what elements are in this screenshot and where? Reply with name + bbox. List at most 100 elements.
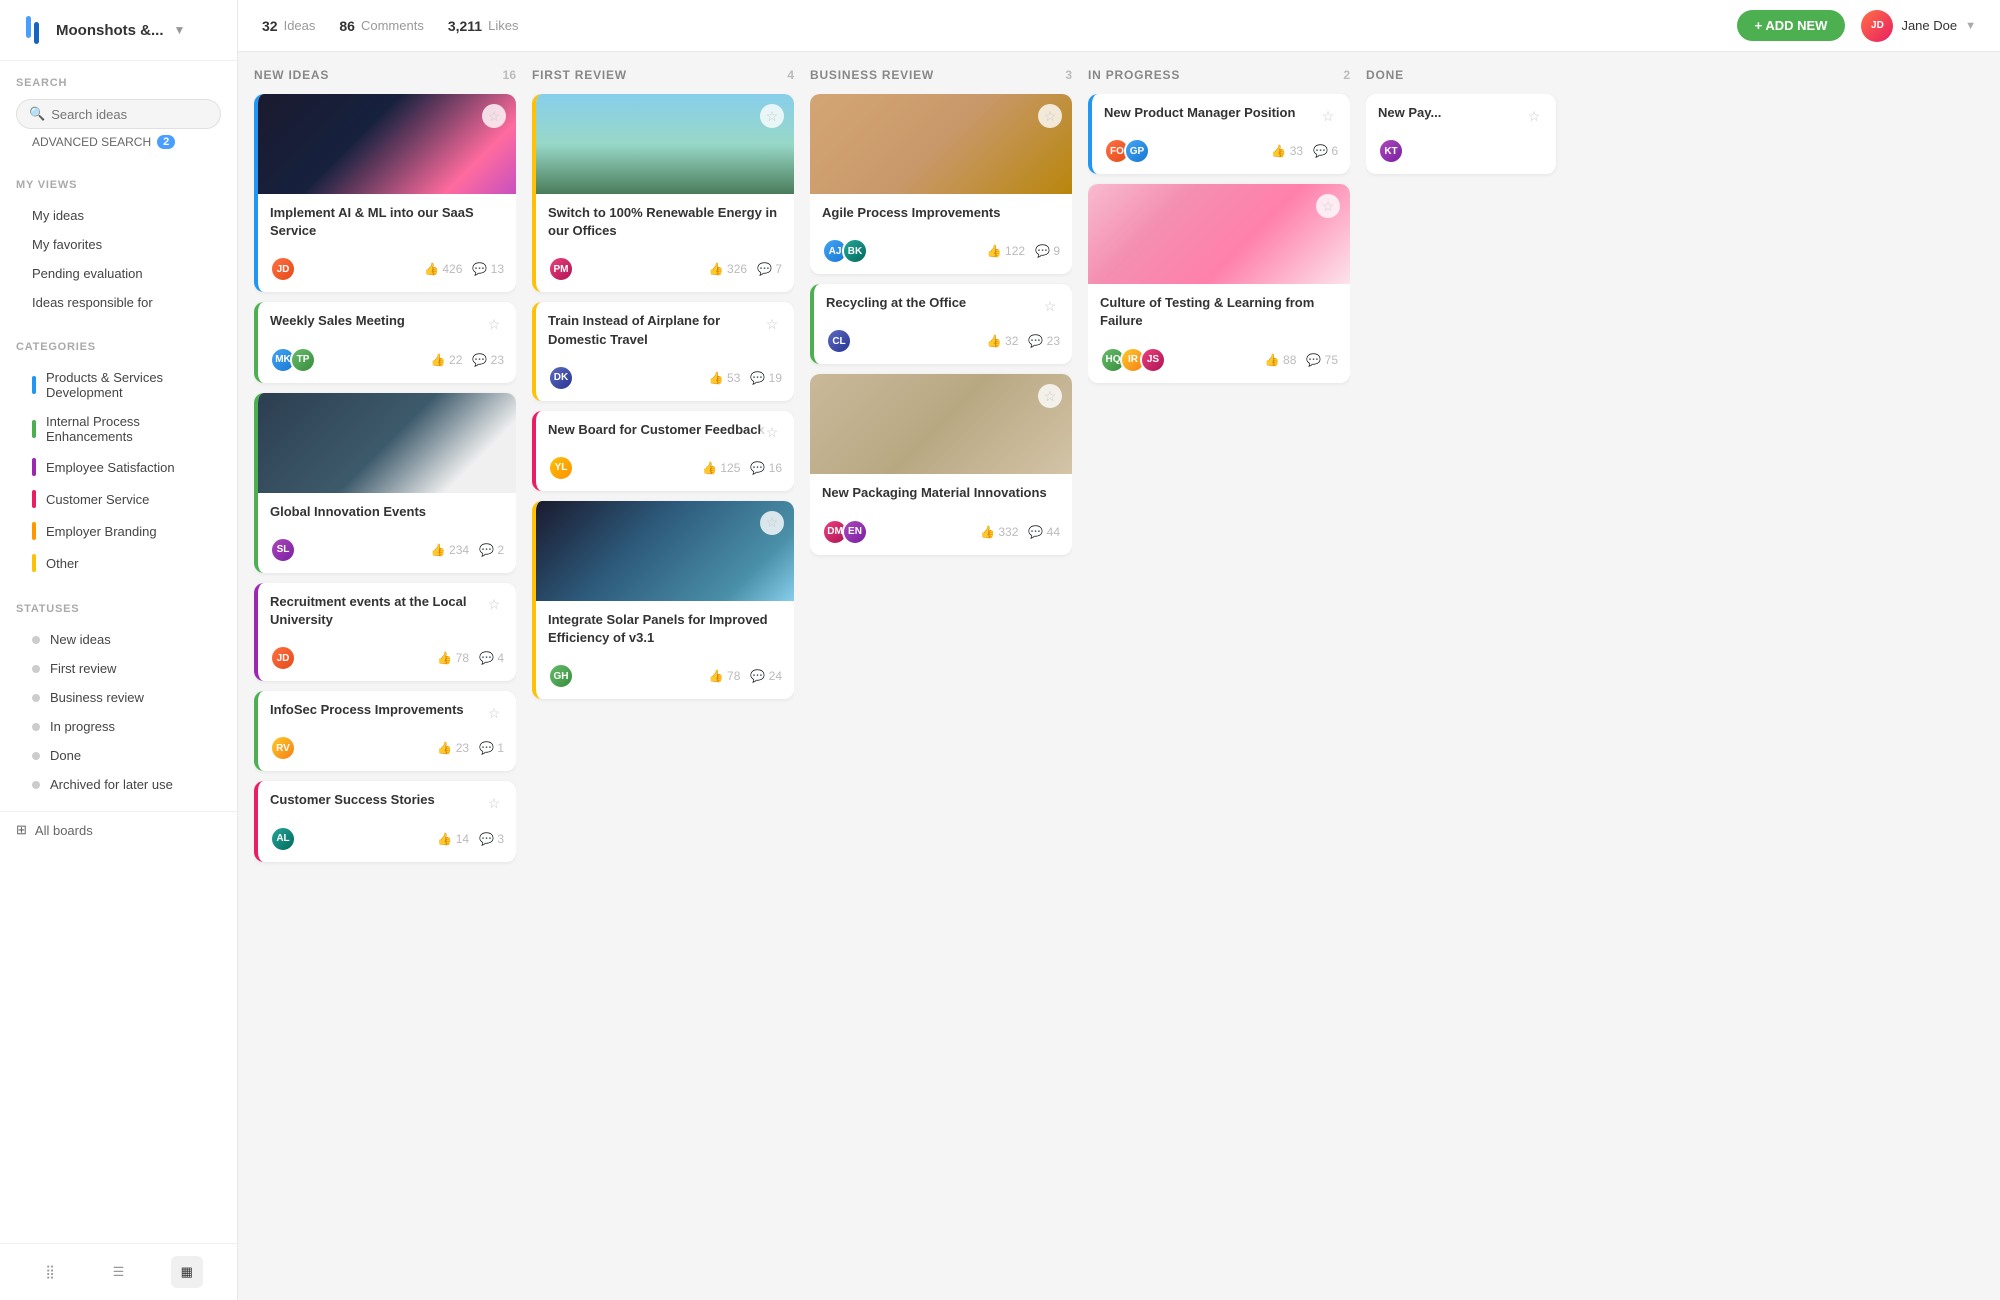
star-button[interactable]: ☆ [1316,104,1340,128]
card-packaging[interactable]: ☆ New Packaging Material Innovations DM … [810,374,1072,554]
all-boards-link[interactable]: ⊞ All boards [0,811,237,848]
column-count: 4 [787,68,794,82]
card-avatars: MK TP [270,347,310,373]
avatar: TP [290,347,316,373]
card-customer-success[interactable]: ☆ Customer Success Stories AL 👍 14 💬 3 [254,781,516,861]
star-button[interactable]: ☆ [482,593,506,617]
star-button[interactable]: ☆ [760,511,784,535]
comments-stat: 💬 16 [750,461,782,475]
status-in-progress[interactable]: In progress [16,712,221,741]
category-other[interactable]: Other [16,547,221,579]
card-implement-ai[interactable]: ☆ Implement AI & ML into our SaaS Servic… [254,94,516,292]
column-new-ideas: NEW IDEAS 16 ☆ Implement AI & ML into ou… [254,68,516,1300]
my-views-section: MY VIEWS My ideas My favorites Pending e… [0,163,237,325]
category-employee[interactable]: Employee Satisfaction [16,451,221,483]
advanced-search-toggle[interactable]: ADVANCED SEARCH 2 [16,129,221,155]
star-button[interactable]: ☆ [1038,294,1062,318]
star-button[interactable]: ☆ [760,104,784,128]
status-business-review[interactable]: Business review [16,683,221,712]
category-internal[interactable]: Internal Process Enhancements [16,407,221,451]
star-button[interactable]: ☆ [482,701,506,725]
status-archived[interactable]: Archived for later use [16,770,221,799]
card-title: Switch to 100% Renewable Energy in our O… [548,204,782,240]
footer-dots-icon[interactable]: ⣿ [34,1256,66,1288]
card-customer-feedback[interactable]: ☆ New Board for Customer Feedback YL 👍 1… [532,411,794,491]
comments-stat: 💬 75 [1306,353,1338,367]
card-stats: 👍 426 💬 13 [424,262,504,276]
column-title: BUSINESS REVIEW [810,68,934,82]
comments-stat: 💬 24 [750,669,782,683]
card-avatars: KT [1378,138,1398,164]
card-body: Recycling at the Office [814,284,1072,328]
card-stats: 👍 53 💬 19 [709,371,782,385]
card-recycling[interactable]: ☆ Recycling at the Office CL 👍 32 💬 23 [810,284,1072,364]
card-agile-process[interactable]: ☆ Agile Process Improvements AJ BK 👍 122… [810,94,1072,274]
category-dot [32,554,36,572]
comments-label: Comments [361,18,424,33]
card-body: New Product Manager Position [1092,94,1350,138]
card-title: Train Instead of Airplane for Domestic T… [548,312,782,348]
card-image [258,94,516,194]
card-solar-panels[interactable]: ☆ Integrate Solar Panels for Improved Ef… [532,501,794,699]
app-name: Moonshots &... [56,22,164,39]
star-button[interactable]: ☆ [1316,194,1340,218]
sidebar-item-my-ideas[interactable]: My ideas [16,201,221,230]
add-new-button[interactable]: + ADD NEW [1737,10,1846,41]
card-body: New Packaging Material Innovations [810,474,1072,518]
card-culture-testing[interactable]: ☆ Culture of Testing & Learning from Fai… [1088,184,1350,382]
card-body: Agile Process Improvements [810,194,1072,238]
status-done[interactable]: Done [16,741,221,770]
card-footer: FO GP 👍 33 💬 6 [1092,138,1350,174]
category-employer[interactable]: Employer Branding [16,515,221,547]
star-button[interactable]: ☆ [1522,104,1546,128]
star-button[interactable]: ☆ [760,421,784,445]
footer-board-icon[interactable]: ▦ [171,1256,203,1288]
sidebar-item-responsible[interactable]: Ideas responsible for [16,288,221,317]
avatar: JD [270,256,296,282]
likes-stat: 👍 426 [424,262,462,276]
ideas-label: Ideas [284,18,316,33]
status-dot [32,752,40,760]
card-avatars: AJ BK [822,238,862,264]
card-body: Culture of Testing & Learning from Failu… [1088,284,1350,346]
comments-stat: 💬 44 [1028,525,1060,539]
stat-comments: 86 Comments [339,18,423,34]
all-boards-label: All boards [35,823,93,838]
search-box[interactable]: 🔍 [16,99,221,129]
card-train-airplane[interactable]: ☆ Train Instead of Airplane for Domestic… [532,302,794,400]
card-product-manager[interactable]: ☆ New Product Manager Position FO GP 👍 3… [1088,94,1350,174]
user-menu[interactable]: JD Jane Doe ▼ [1861,10,1976,42]
category-products[interactable]: Products & Services Development [16,363,221,407]
card-recruitment[interactable]: ☆ Recruitment events at the Local Univer… [254,583,516,681]
card-done-partial[interactable]: ☆ New Pay... KT [1366,94,1556,174]
star-button[interactable]: ☆ [482,104,506,128]
avatar: GH [548,663,574,689]
search-input[interactable] [51,107,208,122]
card-renewable-energy[interactable]: ☆ Switch to 100% Renewable Energy in our… [532,94,794,292]
statuses-section: STATUSES New ideas First review Business… [0,587,237,807]
status-new-ideas[interactable]: New ideas [16,625,221,654]
category-customer[interactable]: Customer Service [16,483,221,515]
comments-stat: 💬 2 [479,543,504,557]
status-first-review[interactable]: First review [16,654,221,683]
card-image [1088,184,1350,284]
sidebar-item-my-favorites[interactable]: My favorites [16,230,221,259]
card-stats: 👍 332 💬 44 [980,525,1060,539]
comments-stat: 💬 6 [1313,144,1338,158]
card-body: Switch to 100% Renewable Energy in our O… [536,194,794,256]
comments-stat: 💬 3 [479,832,504,846]
card-infosec[interactable]: ☆ InfoSec Process Improvements RV 👍 23 💬… [254,691,516,771]
column-header: DONE [1366,68,1628,94]
star-button[interactable]: ☆ [1038,104,1062,128]
sidebar-item-pending[interactable]: Pending evaluation [16,259,221,288]
likes-stat: 👍 234 [431,543,469,557]
card-global-innovation[interactable]: Global Innovation Events SL 👍 234 💬 2 [254,393,516,573]
card-footer: JD 👍 426 💬 13 [258,256,516,292]
footer-list-icon[interactable]: ☰ [102,1256,134,1288]
app-logo[interactable]: Moonshots &... ▼ [16,14,185,46]
card-weekly-sales[interactable]: ☆ Weekly Sales Meeting MK TP 👍 22 💬 23 [254,302,516,382]
user-chevron-icon: ▼ [1965,20,1976,32]
column-cards: ☆ New Pay... KT [1366,94,1628,1300]
card-footer: YL 👍 125 💬 16 [536,455,794,491]
column-title: NEW IDEAS [254,68,329,82]
